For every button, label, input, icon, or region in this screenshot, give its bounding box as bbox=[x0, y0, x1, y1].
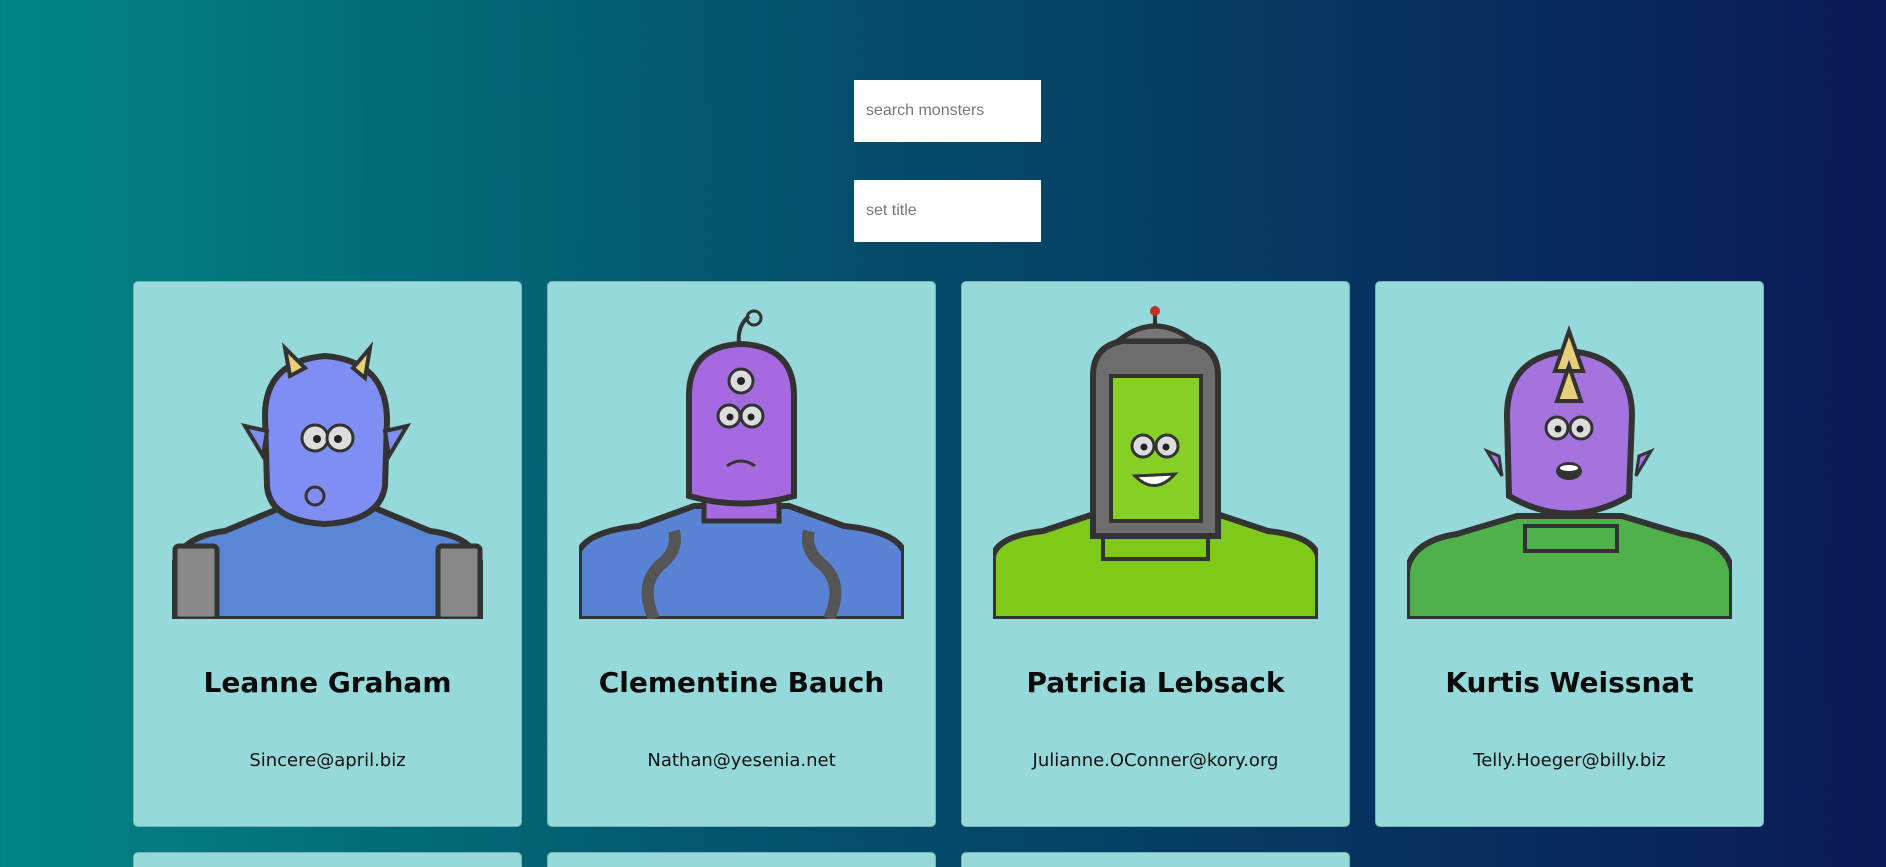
monster-card[interactable]: Kurtis Weissnat Telly.Hoeger@billy.biz bbox=[1375, 281, 1764, 827]
monster-card[interactable]: Clementine Bauch Nathan@yesenia.net bbox=[547, 281, 936, 827]
monster-card[interactable] bbox=[547, 852, 936, 867]
title-input[interactable] bbox=[854, 180, 1041, 242]
monster-name: Leanne Graham bbox=[203, 666, 452, 699]
monster-card[interactable] bbox=[133, 852, 522, 867]
monster-name: Clementine Bauch bbox=[598, 666, 885, 699]
monster-card[interactable] bbox=[961, 852, 1350, 867]
monster-name: Kurtis Weissnat bbox=[1445, 666, 1694, 699]
green-helmet-monster-icon bbox=[993, 306, 1318, 619]
blue-horned-monster-icon bbox=[165, 306, 490, 619]
monster-card[interactable]: Patricia Lebsack Julianne.OConner@kory.o… bbox=[961, 281, 1350, 827]
monster-email: Telly.Hoeger@billy.biz bbox=[1473, 750, 1666, 771]
monster-name: Patricia Lebsack bbox=[1026, 666, 1285, 699]
monster-email: Sincere@april.biz bbox=[249, 750, 406, 771]
search-input[interactable] bbox=[854, 80, 1041, 142]
monster-email: Nathan@yesenia.net bbox=[647, 750, 836, 771]
monster-card[interactable]: Leanne Graham Sincere@april.biz bbox=[133, 281, 522, 827]
purple-cyclops-robot-monster-icon bbox=[579, 306, 904, 619]
purple-spiked-monster-icon bbox=[1407, 306, 1732, 619]
monster-email: Julianne.OConner@kory.org bbox=[1032, 750, 1279, 771]
